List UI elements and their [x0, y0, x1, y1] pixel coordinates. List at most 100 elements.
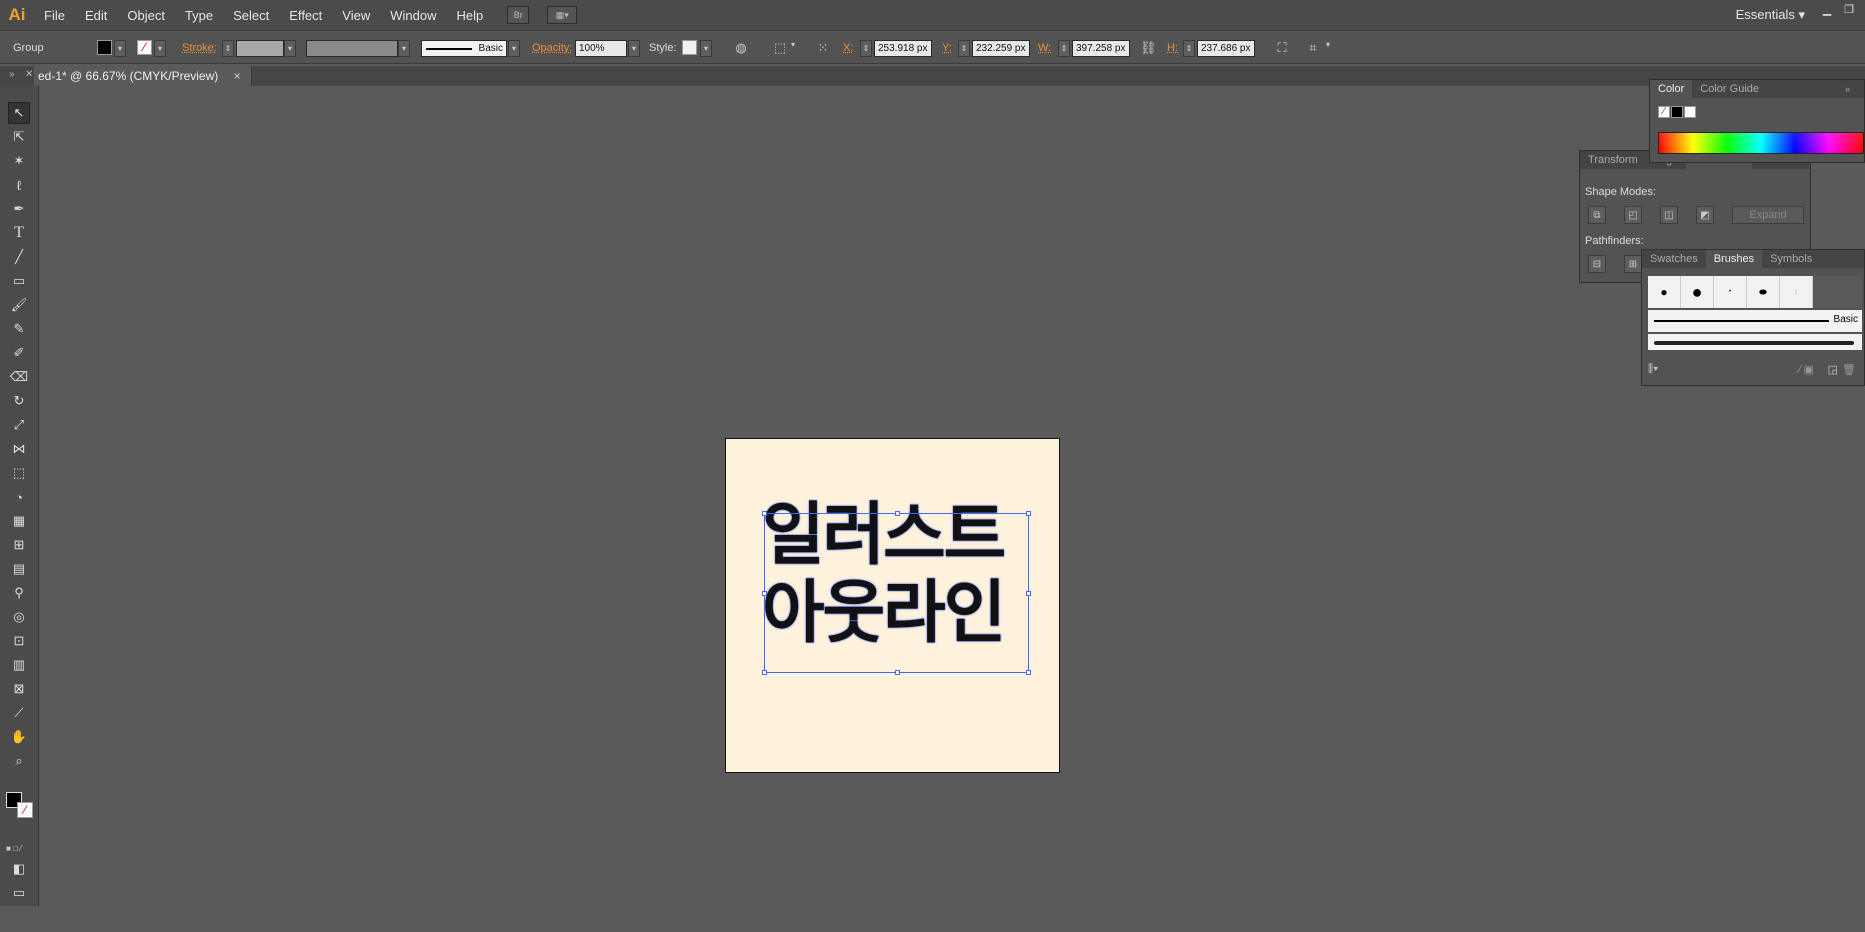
- minimize-icon[interactable]: ▁: [1817, 3, 1837, 17]
- brush-thin[interactable]: ı: [1780, 276, 1813, 308]
- menu-edit[interactable]: Edit: [75, 8, 117, 23]
- opacity-field[interactable]: 100%: [575, 40, 627, 57]
- close-panel-icon[interactable]: ✕: [25, 69, 33, 80]
- symbol-sprayer-tool-icon[interactable]: ⊡: [8, 630, 30, 652]
- selection-tool-icon[interactable]: ↖: [8, 102, 30, 124]
- menu-type[interactable]: Type: [175, 8, 223, 23]
- w-label[interactable]: W:: [1038, 42, 1051, 59]
- drawing-mode-icon[interactable]: ◧: [8, 858, 30, 880]
- stroke-none-swatch[interactable]: ⁄: [137, 40, 152, 55]
- expand-button[interactable]: Expand: [1732, 206, 1804, 224]
- brush-dropdown-icon[interactable]: ▾: [508, 40, 520, 57]
- hand-tool-icon[interactable]: ✋: [8, 726, 30, 748]
- brush-charcoal-row[interactable]: [1648, 334, 1862, 350]
- stroke-label[interactable]: Stroke:: [182, 42, 217, 59]
- eyedropper-tool-icon[interactable]: ⚲: [8, 582, 30, 604]
- x-label[interactable]: X:: [843, 42, 853, 59]
- divide-icon[interactable]: ⊟: [1588, 255, 1606, 273]
- color-spectrum[interactable]: [1658, 132, 1864, 154]
- width-tool-icon[interactable]: ⋈: [8, 438, 30, 460]
- workspace-switcher[interactable]: Essentials ▾: [1736, 7, 1805, 23]
- handle-bottom-center[interactable]: [895, 670, 900, 675]
- tab-color[interactable]: Color: [1650, 80, 1693, 98]
- menu-window[interactable]: Window: [380, 8, 446, 23]
- artboard-tool-icon[interactable]: ⊠: [8, 678, 30, 700]
- restore-icon[interactable]: ❐: [1839, 3, 1859, 17]
- lasso-tool-icon[interactable]: ℓ: [8, 174, 30, 196]
- blend-tool-icon[interactable]: ◎: [8, 606, 30, 628]
- brush-definition[interactable]: Basic: [421, 40, 507, 57]
- profile-dropdown-icon[interactable]: ▾: [398, 40, 410, 57]
- handle-top-center[interactable]: [895, 511, 900, 516]
- stroke-weight-field[interactable]: [236, 40, 284, 57]
- tab-transform[interactable]: Transform: [1580, 151, 1646, 169]
- brush-basic-row[interactable]: Basic: [1648, 310, 1862, 332]
- x-field[interactable]: 253.918 px: [874, 40, 932, 57]
- none-color-swatch[interactable]: ⁄: [1658, 106, 1670, 118]
- handle-bottom-left[interactable]: [762, 670, 767, 675]
- stroke-weight-dropdown-icon[interactable]: ▾: [284, 40, 296, 57]
- opacity-dropdown-icon[interactable]: ▾: [628, 40, 640, 57]
- w-stepper[interactable]: ⇕: [1058, 40, 1070, 57]
- tab-color-guide[interactable]: Color Guide: [1692, 80, 1767, 98]
- collapse-panels-icon[interactable]: »: [9, 69, 15, 80]
- eraser-tool-icon[interactable]: ⌫: [8, 366, 30, 388]
- brush-options-icon[interactable]: ⁄ ▣: [1799, 363, 1814, 376]
- menu-view[interactable]: View: [332, 8, 380, 23]
- graphic-style-swatch[interactable]: [682, 40, 697, 55]
- h-stepper[interactable]: ⇕: [1183, 40, 1195, 57]
- isolate-group-icon[interactable]: ⛶: [1274, 40, 1290, 57]
- gradient-tool-icon[interactable]: ▤: [8, 558, 30, 580]
- arrange-documents-button[interactable]: ▦▾: [547, 6, 578, 24]
- menu-file[interactable]: File: [34, 8, 75, 23]
- stroke-weight-stepper[interactable]: ⇕: [222, 40, 234, 57]
- brush-libraries-icon[interactable]: ⫼▾: [1648, 363, 1658, 376]
- intersect-icon[interactable]: ◫: [1660, 206, 1678, 224]
- brush-dot[interactable]: •: [1714, 276, 1747, 308]
- handle-middle-right[interactable]: [1026, 591, 1031, 596]
- shape-builder-tool-icon[interactable]: ◔: [8, 486, 30, 508]
- y-stepper[interactable]: ⇕: [958, 40, 970, 57]
- h-label[interactable]: H:: [1167, 42, 1178, 59]
- mesh-tool-icon[interactable]: ⊞: [8, 534, 30, 556]
- opacity-label[interactable]: Opacity:: [532, 42, 572, 59]
- handle-middle-left[interactable]: [762, 591, 767, 596]
- screen-mode-icon[interactable]: ▭: [8, 882, 30, 904]
- tab-symbols[interactable]: Symbols: [1762, 250, 1820, 268]
- rectangle-tool-icon[interactable]: ▭: [8, 270, 30, 292]
- menu-effect[interactable]: Effect: [279, 8, 332, 23]
- exclude-icon[interactable]: ◩: [1696, 206, 1714, 224]
- zoom-tool-icon[interactable]: ⌕: [8, 750, 30, 772]
- tab-swatches[interactable]: Swatches: [1642, 250, 1706, 268]
- rotate-tool-icon[interactable]: ↻: [8, 390, 30, 412]
- w-field[interactable]: 397.258 px: [1072, 40, 1130, 57]
- delete-brush-icon[interactable]: 🗑: [1842, 363, 1856, 376]
- menu-help[interactable]: Help: [446, 8, 493, 23]
- control-panel-menu-icon[interactable]: ▾: [1323, 40, 1333, 57]
- type-tool-icon[interactable]: T: [8, 222, 30, 244]
- black-color-swatch[interactable]: [1671, 106, 1683, 118]
- unite-icon[interactable]: ⧉: [1588, 206, 1606, 224]
- column-graph-tool-icon[interactable]: ▥: [8, 654, 30, 676]
- brush-round-small[interactable]: ●: [1648, 276, 1681, 308]
- handle-top-right[interactable]: [1026, 511, 1031, 516]
- stroke-color-icon[interactable]: ⁄: [17, 802, 33, 818]
- style-dropdown-icon[interactable]: ▾: [700, 40, 712, 57]
- variable-width-profile[interactable]: [306, 40, 398, 57]
- selection-bounding-box[interactable]: [762, 511, 1031, 675]
- slice-tool-icon[interactable]: ⟋: [8, 702, 30, 724]
- blob-brush-tool-icon[interactable]: ✐: [8, 342, 30, 364]
- handle-bottom-right[interactable]: [1026, 670, 1031, 675]
- y-label[interactable]: Y:: [942, 42, 952, 59]
- fill-swatch[interactable]: [97, 40, 112, 55]
- stroke-dropdown-icon[interactable]: ▾: [154, 40, 166, 57]
- brush-oval[interactable]: ⬬: [1747, 276, 1780, 308]
- constrain-proportions-icon[interactable]: ⛓: [1140, 40, 1157, 57]
- line-tool-icon[interactable]: ╱: [8, 246, 30, 268]
- h-field[interactable]: 237.686 px: [1197, 40, 1255, 57]
- pencil-tool-icon[interactable]: ✎: [8, 318, 30, 340]
- align-dropdown-icon[interactable]: ▾: [788, 40, 798, 57]
- menu-select[interactable]: Select: [223, 8, 279, 23]
- reference-point-icon[interactable]: ⁙: [814, 40, 832, 57]
- color-mode-icons[interactable]: ■ □ ⁄: [6, 844, 34, 853]
